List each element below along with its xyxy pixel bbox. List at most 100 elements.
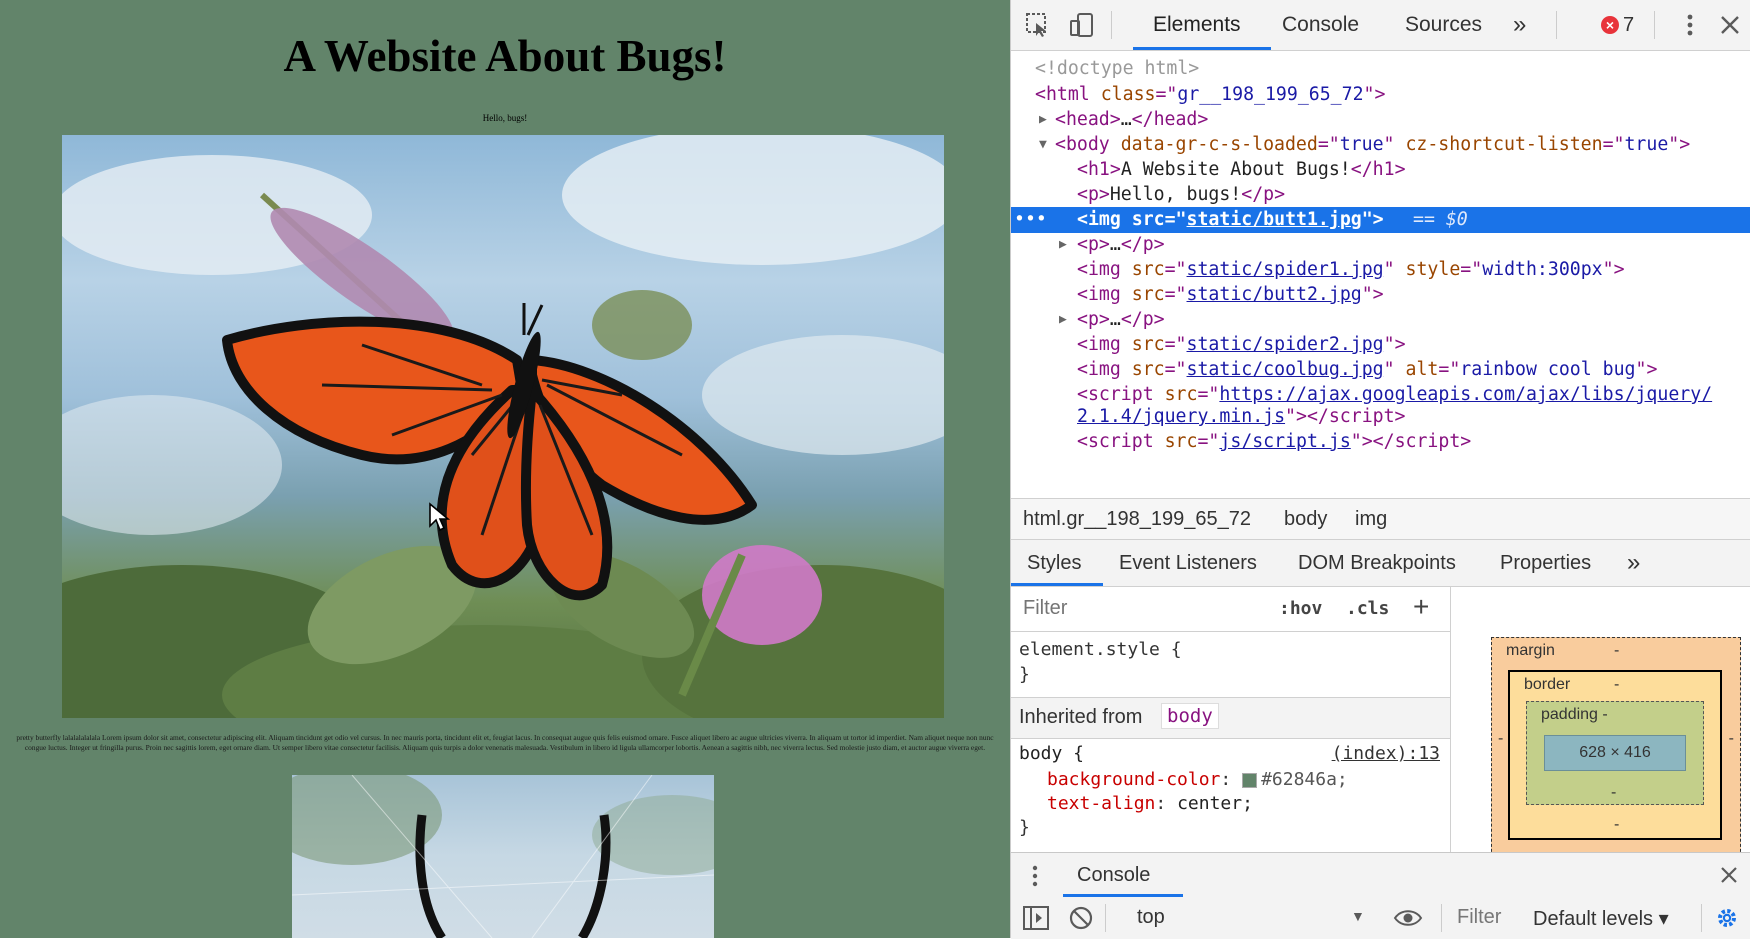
dom-node-doctype[interactable]: <!doctype html> (1011, 56, 1750, 82)
toolbar-separator (1701, 904, 1702, 932)
dom-node-img-selected[interactable]: ••• <img src="static/butt1.jpg"> == $0 (1011, 207, 1750, 233)
tab-elements[interactable]: Elements (1153, 0, 1241, 50)
drawer-tab-console[interactable]: Console (1077, 853, 1150, 897)
img5-src-link[interactable]: static/coolbug.jpg (1187, 359, 1384, 380)
styles-filter-row: :hov .cls + (1011, 587, 1450, 632)
img2-style-value: width:300px (1482, 259, 1603, 280)
style-prop-background-color[interactable]: background-color: #62846a; (1047, 769, 1348, 790)
hov-toggle[interactable]: :hov (1279, 598, 1322, 619)
live-expression-eye-icon[interactable] (1393, 907, 1423, 929)
dom-node-body[interactable]: ▼ <body data-gr-c-s-loaded="true" cz-sho… (1011, 132, 1750, 158)
more-tabs-button[interactable]: » (1513, 0, 1526, 50)
body-tag-name: body (1065, 134, 1110, 155)
console-filter-input[interactable]: Filter (1457, 906, 1501, 929)
breadcrumb-html[interactable]: html.gr__198_199_65_72 (1023, 499, 1251, 539)
active-tab-indicator (1133, 47, 1271, 50)
element-style-selector[interactable]: element.style { (1019, 639, 1182, 660)
script2-src-link[interactable]: js/script.js (1219, 431, 1350, 452)
dom-node-img-butt2[interactable]: <img src="static/butt2.jpg"> (1011, 282, 1750, 308)
styles-filter-input[interactable] (1019, 593, 1263, 623)
script1-src-link[interactable]: https://ajax.googleapis.com/ajax/libs/jq… (1219, 384, 1712, 405)
inspect-element-icon[interactable] (1025, 12, 1051, 38)
dom-node-img-coolbug[interactable]: <img src="static/coolbug.jpg" alt="rainb… (1011, 357, 1750, 383)
node-actions-icon[interactable]: ••• (1014, 207, 1047, 233)
context-dropdown-icon[interactable]: ▼ (1351, 908, 1365, 924)
dom-node-p-collapsed[interactable]: ▶ <p>…</p> (1011, 232, 1750, 258)
box-model-diagram: margin - - - border - - padding - - 628 … (1451, 587, 1750, 852)
devtools-toolbar: Elements Console Sources » × 7 (1011, 0, 1750, 51)
show-sidebar-icon[interactable] (1023, 906, 1049, 930)
more-subtabs-button[interactable]: » (1627, 540, 1640, 586)
new-style-rule-button[interactable]: + (1413, 591, 1429, 623)
web-page-viewport: A Website About Bugs! Hello, bugs! prett… (0, 0, 1010, 938)
dom-node-img-spider2[interactable]: <img src="static/spider2.jpg"> (1011, 332, 1750, 358)
color-swatch-icon[interactable] (1242, 772, 1258, 788)
img1-src-link[interactable]: static/butt1.jpg (1187, 209, 1362, 230)
dom-node-head[interactable]: ▶ <head>…</head> (1011, 107, 1750, 133)
devtools-panel: Elements Console Sources » × 7 <!doctype… (1010, 0, 1750, 939)
dom-node-html[interactable]: <html class="gr__198_199_65_72"> (1011, 82, 1750, 108)
dom-node-p-collapsed-2[interactable]: ▶ <p>…</p> (1011, 307, 1750, 333)
drawer-menu-icon[interactable] (1031, 865, 1039, 887)
h1-text: A Website About Bugs! (1120, 159, 1351, 180)
body-attr-2-value: true (1624, 134, 1669, 155)
drawer-tabbar: Console (1011, 853, 1750, 898)
error-counter[interactable]: × 7 (1601, 14, 1634, 36)
close-drawer-icon[interactable] (1719, 865, 1739, 885)
dom-node-script-local[interactable]: <script src="js/script.js"></script> (1011, 429, 1750, 455)
expand-triangle-icon[interactable]: ▶ (1059, 232, 1067, 258)
img4-src-link[interactable]: static/spider2.jpg (1187, 334, 1384, 355)
dom-node-p[interactable]: <p>Hello, bugs!</p> (1011, 182, 1750, 208)
selected-node-marker: == $0 (1413, 209, 1468, 230)
tab-styles[interactable]: Styles (1027, 540, 1081, 586)
tab-dom-breakpoints[interactable]: DOM Breakpoints (1298, 540, 1456, 586)
html-class-attr: class (1100, 84, 1156, 105)
img2-src-link[interactable]: static/spider1.jpg (1187, 259, 1384, 280)
expand-triangle-icon[interactable]: ▶ (1039, 107, 1047, 133)
console-toolbar: top ▼ Filter Default levels ▾ (1011, 897, 1750, 939)
tab-event-listeners[interactable]: Event Listeners (1119, 540, 1257, 586)
cls-toggle[interactable]: .cls (1346, 598, 1389, 619)
breadcrumb-img[interactable]: img (1355, 499, 1387, 539)
device-toolbar-icon[interactable] (1069, 12, 1095, 38)
tab-sources[interactable]: Sources (1405, 0, 1482, 50)
breadcrumb-body[interactable]: body (1284, 499, 1327, 539)
style-source-link[interactable]: (index):13 (1332, 743, 1440, 764)
console-settings-gear-icon[interactable] (1715, 906, 1739, 930)
butterfly-image[interactable] (62, 135, 944, 718)
script1-src-link-cont[interactable]: 2.1.4/jquery.min.js (1077, 406, 1285, 427)
img3-src-link[interactable]: static/butt2.jpg (1187, 284, 1362, 305)
spider-image[interactable] (292, 775, 714, 938)
active-subtab-indicator (1011, 583, 1103, 586)
dom-tree: <!doctype html> <html class="gr__198_199… (1011, 52, 1750, 498)
toolbar-separator (1556, 11, 1557, 39)
console-drawer: Console top ▼ Filter Default levels ▾ (1011, 852, 1750, 939)
tab-properties[interactable]: Properties (1500, 540, 1591, 586)
clear-console-icon[interactable] (1069, 906, 1093, 930)
tab-console[interactable]: Console (1282, 0, 1359, 50)
log-levels-dropdown[interactable]: Default levels ▾ (1533, 906, 1669, 931)
style-prop-text-align[interactable]: text-align: center; (1047, 793, 1253, 814)
dom-node-h1[interactable]: <h1>A Website About Bugs!</h1> (1011, 157, 1750, 183)
collapse-triangle-icon[interactable]: ▼ (1039, 132, 1047, 158)
padding-label: padding - (1541, 706, 1608, 723)
expand-triangle-icon[interactable]: ▶ (1059, 307, 1067, 333)
mouse-cursor-icon (429, 502, 450, 532)
body-rule-selector[interactable]: body { (1019, 743, 1084, 764)
close-devtools-icon[interactable] (1717, 12, 1743, 38)
padding-bottom-value: - (1611, 784, 1617, 801)
breadcrumb: html.gr__198_199_65_72 body img (1011, 498, 1750, 540)
kebab-menu-icon[interactable] (1677, 12, 1703, 38)
page-heading: A Website About Bugs! (283, 31, 727, 81)
inherited-from-node[interactable]: body (1161, 703, 1219, 729)
content-box[interactable]: 628 × 416 (1544, 735, 1686, 771)
context-selector[interactable]: top (1137, 906, 1165, 929)
sidebar-tabs: Styles Event Listeners DOM Breakpoints P… (1011, 540, 1750, 587)
styles-pane: :hov .cls + element.style { } Inherited … (1011, 587, 1451, 852)
toolbar-separator (1105, 904, 1106, 932)
body-rule-close: } (1019, 817, 1030, 838)
border-bottom-value: - (1614, 816, 1620, 833)
toolbar-separator (1441, 904, 1442, 932)
dom-node-img-spider1[interactable]: <img src="static/spider1.jpg" style="wid… (1011, 257, 1750, 283)
head-close-tag-name: head (1153, 109, 1198, 130)
